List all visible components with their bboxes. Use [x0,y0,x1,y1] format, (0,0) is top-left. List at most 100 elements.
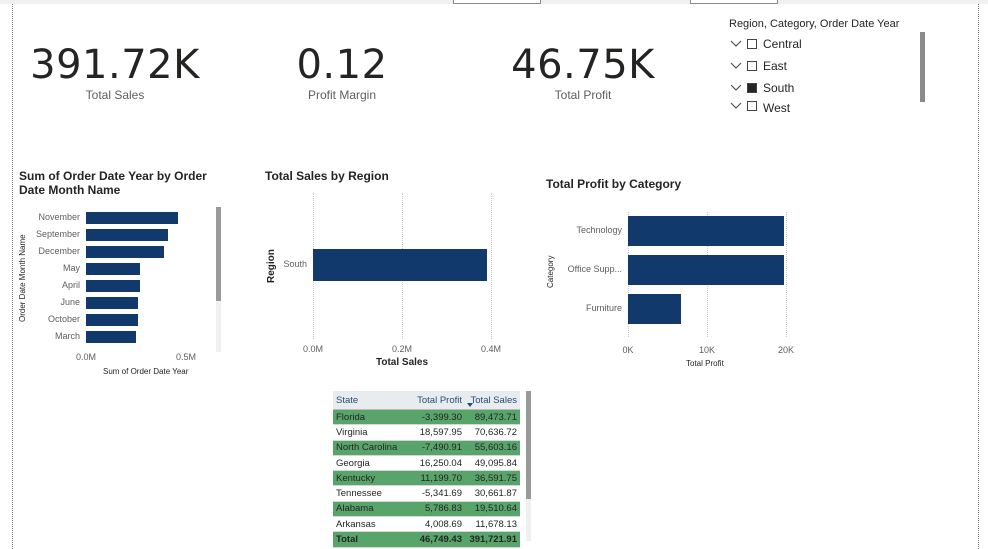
checkbox[interactable] [747,39,757,49]
table-row[interactable]: Alabama 5,786.83 19,510.64 [333,501,520,518]
table-row[interactable]: Arkansas 4,008.69 11,678.13 [333,516,520,533]
x-tick-label: 0.0M [76,352,97,362]
category-label: Furniture [585,303,622,313]
x-tick-label: 0.2M [392,344,413,354]
slicer-item-south[interactable]: South [729,79,794,97]
chevron-down-icon[interactable] [729,39,743,49]
y-axis-title: Region [266,249,277,283]
slicer-item-west[interactable]: West [729,101,790,113]
table-row[interactable]: Virginia 18,597.95 70,636.72 [333,424,520,441]
cell-total-profit: 4,008.69 [407,516,465,533]
category-label: April [61,280,80,290]
header-state[interactable]: State [333,391,407,410]
table-header-row: State Total Profit Total Sales [333,391,520,410]
bar[interactable] [86,246,164,258]
slicer-item-central[interactable]: Central [729,35,802,53]
total-label: Total [333,531,407,548]
checkbox[interactable] [747,61,757,71]
category-label: December [38,246,80,256]
kpi-label: Total Profit [554,88,612,102]
table-row[interactable]: Georgia 16,250.04 49,095.84 [333,455,520,472]
kpi-label: Profit Margin [307,88,377,102]
table-total-row: Total 46,749.43 391,721.91 [333,531,520,548]
slicer-item-label: South [763,81,795,95]
gridline [491,193,492,339]
cell-total-sales: 19,510.64 [465,501,520,518]
category-label: South [283,259,307,269]
cell-state: Arkansas [333,516,407,533]
kpi-value: 46.75K [511,42,655,88]
cell-total-sales: 55,603.16 [465,440,520,456]
header-total-sales[interactable]: Total Sales [465,391,520,410]
cell-state: Kentucky [333,470,407,487]
table-row[interactable]: Tennessee -5,341.69 30,661.87 [333,485,520,502]
category-label: November [38,212,80,222]
slicer-item-label: Central [763,37,802,51]
category-label: June [60,297,80,307]
chevron-down-icon[interactable] [729,83,743,93]
cell-state: Florida [333,409,407,426]
checkbox[interactable] [747,83,757,93]
bar[interactable] [86,314,138,326]
table-row[interactable]: North Carolina -7,490.91 55,603.16 [333,440,520,456]
category-label: September [35,229,80,239]
cell-total-sales: 30,661.87 [465,485,520,502]
x-tick-label: 10K [698,345,715,355]
slicer-item-east[interactable]: East [729,57,787,75]
state-table: State Total Profit Total Sales Florida -3… [333,391,520,548]
bar[interactable] [628,255,785,285]
slicer-item-label: East [763,59,788,73]
header-total-profit[interactable]: Total Profit [407,391,465,410]
bar[interactable] [86,263,140,275]
category-label: March [54,331,80,341]
x-axis-title: Total Profit [686,359,724,368]
x-axis-title: Total Sales [376,357,429,368]
bar[interactable] [628,216,785,246]
cell-total-sales: 49,095.84 [465,455,520,472]
bar[interactable] [86,297,138,309]
checkbox[interactable] [747,101,757,111]
slicer-title: Region, Category, Order Date Year [729,18,900,30]
scroll-thumb[interactable] [216,207,221,301]
gridline [786,212,787,337]
kpi-value: 391.72K [30,42,200,88]
cell-total-profit: -3,399.30 [407,409,465,426]
chart-title: Sum of Order Date Year by Order Date Mon… [19,169,207,197]
table-scrollbar[interactable] [526,391,531,541]
cell-total-profit: 11,199.70 [407,470,465,487]
chart-scrollbar[interactable] [216,207,221,352]
x-tick-label: 0.4M [481,344,502,354]
bar[interactable] [628,294,681,324]
total-sales: 391,721.91 [465,531,520,548]
chart-title: Total Profit by Category [546,177,682,191]
cell-total-profit: 18,597.95 [407,424,465,441]
category-label: Technology [576,225,622,235]
cell-state: North Carolina [333,440,407,456]
table-row[interactable]: Kentucky 11,199.70 36,591.75 [333,470,520,487]
x-tick-label: 0.5M [176,352,197,362]
scroll-thumb[interactable] [526,391,531,499]
bar[interactable] [86,212,178,224]
table-row[interactable]: Florida -3,399.30 89,473.71 [333,409,520,426]
cell-total-profit: -7,490.91 [407,440,465,456]
slicer-scrollbar[interactable] [920,32,925,102]
bar[interactable] [86,229,168,241]
cell-total-sales: 70,636.72 [465,424,520,441]
kpi-label: Total Sales [85,88,145,102]
bar[interactable] [86,331,136,343]
chevron-down-icon[interactable] [729,61,743,71]
cell-state: Georgia [333,455,407,472]
cell-total-profit: 16,250.04 [407,455,465,472]
cell-total-sales: 36,591.75 [465,470,520,487]
sort-desc-icon [467,403,473,407]
chart-title: Total Sales by Region [265,169,389,183]
category-label: May [62,263,80,273]
bar[interactable] [313,249,488,281]
chevron-down-icon[interactable] [729,101,743,111]
bar[interactable] [86,280,140,292]
x-axis-title: Sum of Order Date Year [103,367,189,376]
cell-total-sales: 89,473.71 [465,409,520,426]
category-label: October [47,314,80,324]
cell-state: Virginia [333,424,407,441]
cell-total-profit: -5,341.69 [407,485,465,502]
